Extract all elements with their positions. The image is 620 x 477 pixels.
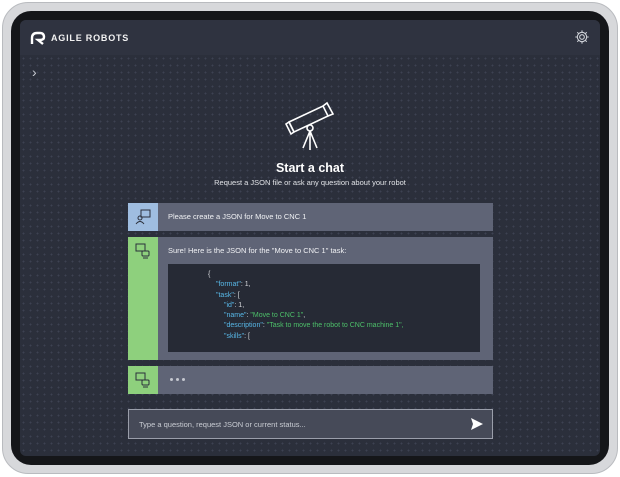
bot-chat-icon <box>135 372 150 388</box>
chat-message-bot: Sure! Here is the JSON for the "Move to … <box>128 237 493 360</box>
json-code-block[interactable]: { "format": 1, "task": [ "id": 1, "name"… <box>168 264 480 352</box>
app-screen: AGILE ROBOTS › Start a chat Request a JS… <box>20 20 600 456</box>
gear-icon[interactable] <box>574 29 590 45</box>
chat-input-placeholder: Type a question, request JSON or current… <box>139 419 306 429</box>
typing-indicator <box>158 366 197 394</box>
chevron-right-icon[interactable]: › <box>32 64 37 80</box>
message-text: Sure! Here is the JSON for the "Move to … <box>168 246 347 255</box>
bot-avatar <box>128 237 158 360</box>
bot-avatar <box>128 366 158 394</box>
bot-chat-icon <box>135 243 150 259</box>
chat-input[interactable]: Type a question, request JSON or current… <box>128 409 493 439</box>
message-text: Please create a JSON for Move to CNC 1 <box>168 212 307 221</box>
telescope-icon <box>284 101 335 150</box>
send-icon[interactable] <box>470 417 484 431</box>
chat-message-bot-typing <box>128 366 493 394</box>
user-avatar <box>128 203 158 231</box>
app-header: AGILE ROBOTS <box>20 20 600 55</box>
empty-state: Start a chat Request a JSON file or ask … <box>20 100 600 187</box>
brand-logo: AGILE ROBOTS <box>30 31 129 45</box>
page-subtitle: Request a JSON file or ask any question … <box>214 178 406 187</box>
brand-name: AGILE ROBOTS <box>51 32 130 43</box>
page-title: Start a chat <box>275 161 345 175</box>
agile-robots-logo-icon <box>30 31 46 45</box>
chat-message-user: Please create a JSON for Move to CNC 1 <box>128 203 493 231</box>
user-chat-icon <box>135 209 151 225</box>
